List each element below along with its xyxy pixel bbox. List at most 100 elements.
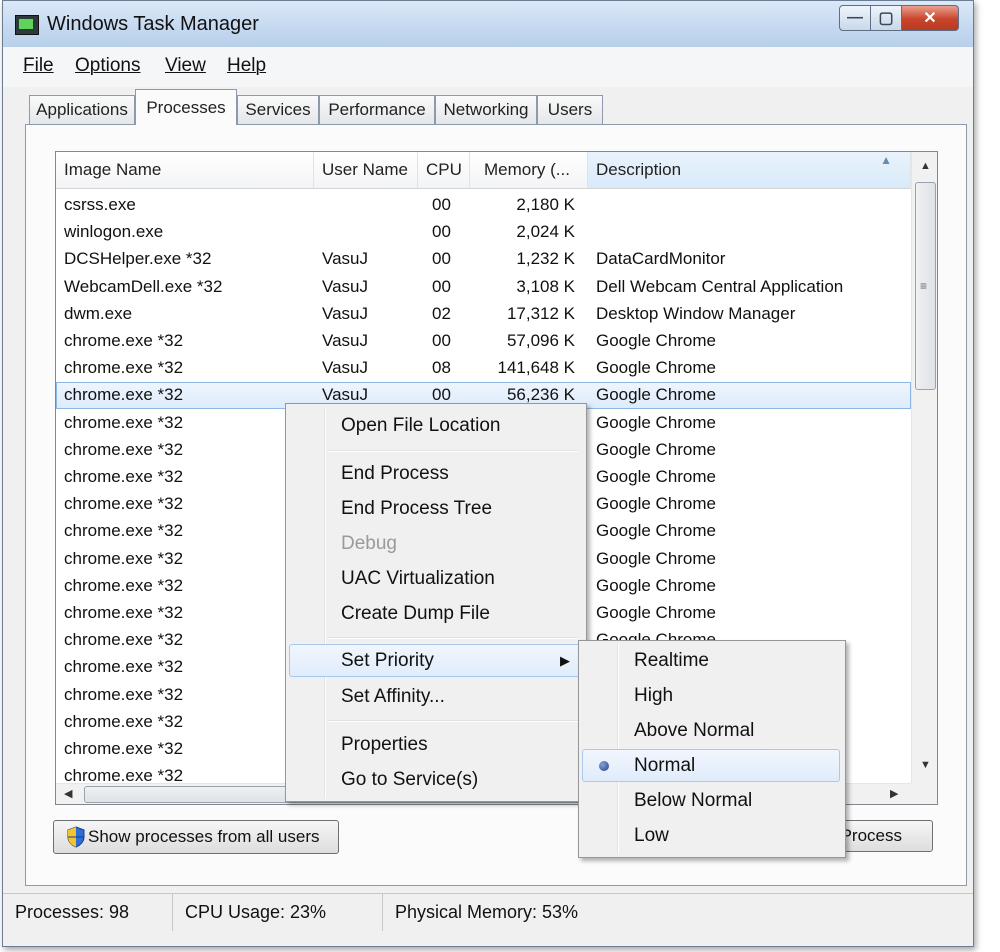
vertical-scrollbar[interactable]: ▲ ≡ ▼: [911, 152, 937, 783]
cell-desc: Google Chrome: [596, 494, 717, 514]
column-description-label: Description: [596, 160, 682, 179]
column-memory[interactable]: Memory (...: [470, 152, 588, 188]
menu-item-open-file-location[interactable]: Open File Location: [289, 409, 581, 442]
scroll-down-icon[interactable]: ▼: [920, 759, 931, 771]
cell-user: VasuJ: [322, 303, 368, 323]
grip-icon: ≡: [920, 279, 928, 293]
cell-image: winlogon.exe: [64, 222, 164, 242]
menu-item-create-dump-file[interactable]: Create Dump File: [289, 597, 581, 630]
menu-item-set-affinity[interactable]: Set Affinity...: [289, 680, 581, 713]
menu-help[interactable]: Help: [227, 55, 266, 77]
cell-memory: 141,648 K: [497, 358, 575, 378]
cell-image: chrome.exe *32: [64, 385, 184, 405]
cell-desc: Google Chrome: [596, 412, 717, 432]
menu-item-go-to-services[interactable]: Go to Service(s): [289, 763, 581, 796]
scroll-left-icon[interactable]: ◀: [64, 787, 72, 800]
cell-desc: Google Chrome: [596, 548, 717, 568]
column-user-name[interactable]: User Name: [314, 152, 418, 188]
cell-desc: DataCardMonitor: [596, 249, 726, 269]
menu-view[interactable]: View: [165, 55, 206, 77]
uac-shield-icon: [67, 826, 85, 848]
priority-realtime[interactable]: Realtime: [582, 644, 840, 677]
table-row[interactable]: chrome.exe *32 VasuJ 08 141,648 K Google Chr…: [56, 355, 911, 382]
cell-memory: 2,180 K: [516, 195, 575, 214]
table-row[interactable]: DCSHelper.exe *32 VasuJ 00 1,232 K DataCardM…: [56, 246, 911, 273]
cell-memory: 1,232 K: [516, 249, 575, 269]
menu-bar: File Options View Help: [3, 47, 973, 87]
column-description[interactable]: Description ▲: [588, 152, 911, 188]
close-button[interactable]: ✕: [902, 5, 959, 31]
menu-options[interactable]: Options: [75, 55, 140, 77]
cell-image: WebcamDell.exe *32: [64, 276, 223, 296]
cell-cpu: 00: [432, 222, 451, 242]
cell-image: chrome.exe *32: [64, 412, 184, 432]
priority-normal[interactable]: Normal: [582, 749, 840, 782]
priority-below-normal[interactable]: Below Normal: [582, 784, 840, 817]
priority-low[interactable]: Low: [582, 819, 840, 852]
menu-separator: [328, 450, 578, 452]
menu-item-set-priority[interactable]: Set Priority ▶: [289, 644, 581, 677]
cell-desc: Google Chrome: [596, 603, 717, 622]
scroll-corner: [911, 783, 937, 804]
status-cpu-usage: CPU Usage: 23%: [173, 894, 383, 931]
tab-users[interactable]: Users: [537, 95, 603, 124]
menu-item-end-process-tree[interactable]: End Process Tree: [289, 492, 581, 525]
column-image-name[interactable]: Image Name: [56, 152, 314, 188]
menu-item-end-process[interactable]: End Process: [289, 457, 581, 490]
cell-image: chrome.exe *32: [64, 439, 184, 459]
tab-services[interactable]: Services: [237, 95, 319, 124]
status-processes: Processes: 98: [3, 894, 173, 931]
cell-memory: 3,108 K: [516, 276, 575, 296]
minimize-button[interactable]: —: [839, 5, 871, 31]
table-row[interactable]: WebcamDell.exe *32 VasuJ 00 3,108 K Dell Web…: [56, 274, 911, 301]
scroll-up-icon[interactable]: ▲: [920, 160, 931, 172]
table-row[interactable]: chrome.exe *32 VasuJ 00 57,096 K Google Chro…: [56, 328, 911, 355]
priority-high[interactable]: High: [582, 679, 840, 712]
sort-ascending-icon: ▲: [880, 153, 892, 167]
cell-image: chrome.exe *32: [64, 739, 184, 758]
table-row[interactable]: dwm.exe VasuJ 02 17,312 K Desktop Window Man…: [56, 301, 911, 328]
cell-image: chrome.exe *32: [64, 657, 184, 677]
menu-item-properties[interactable]: Properties: [289, 728, 581, 761]
cell-image: chrome.exe *32: [64, 711, 184, 731]
cell-cpu: 00: [432, 195, 451, 214]
cell-desc: Google Chrome: [596, 467, 717, 486]
cell-desc: Dell Webcam Central Application: [596, 276, 844, 296]
table-row[interactable]: csrss.exe 00 2,180 K: [56, 192, 911, 219]
menu-file[interactable]: File: [23, 55, 54, 77]
column-cpu[interactable]: CPU: [418, 152, 470, 188]
cell-desc: Google Chrome: [596, 358, 717, 378]
table-row[interactable]: winlogon.exe 00 2,024 K: [56, 219, 911, 246]
tab-performance[interactable]: Performance: [319, 95, 435, 124]
title-bar[interactable]: Windows Task Manager — ▢ ✕: [3, 1, 973, 48]
cell-image: chrome.exe *32: [64, 358, 184, 378]
status-bar: Processes: 98 CPU Usage: 23% Physical Me…: [3, 893, 973, 931]
priority-normal-label: Normal: [634, 755, 696, 776]
cell-desc: Desktop Window Manager: [596, 303, 796, 323]
task-manager-icon: [15, 15, 39, 35]
maximize-button[interactable]: ▢: [871, 5, 902, 31]
cell-user: VasuJ: [322, 358, 368, 378]
column-header: Image Name User Name CPU Memory (... Des…: [56, 152, 911, 189]
tab-processes[interactable]: Processes: [135, 89, 237, 125]
show-all-processes-button[interactable]: Show processes from all users: [53, 820, 339, 854]
cell-cpu: 02: [432, 303, 451, 323]
vertical-scroll-thumb[interactable]: ≡: [915, 182, 936, 390]
cell-user: VasuJ: [322, 249, 368, 269]
cell-memory: 2,024 K: [516, 222, 575, 242]
cell-image: chrome.exe *32: [64, 467, 184, 486]
cell-cpu: 08: [432, 358, 451, 378]
menu-separator: [328, 637, 578, 639]
tab-networking[interactable]: Networking: [435, 95, 537, 124]
priority-above-normal[interactable]: Above Normal: [582, 714, 840, 747]
scroll-right-icon[interactable]: ▶: [890, 787, 898, 800]
cell-image: DCSHelper.exe *32: [64, 249, 212, 269]
cell-memory: 57,096 K: [506, 331, 575, 350]
menu-item-debug: Debug: [341, 533, 397, 554]
cell-user: VasuJ: [322, 276, 368, 296]
cell-image: csrss.exe: [64, 195, 136, 214]
tab-applications[interactable]: Applications: [29, 95, 135, 124]
menu-item-uac-virtualization[interactable]: UAC Virtualization: [289, 562, 581, 595]
cell-image: chrome.exe *32: [64, 575, 184, 595]
cell-desc: Google Chrome: [596, 521, 717, 541]
